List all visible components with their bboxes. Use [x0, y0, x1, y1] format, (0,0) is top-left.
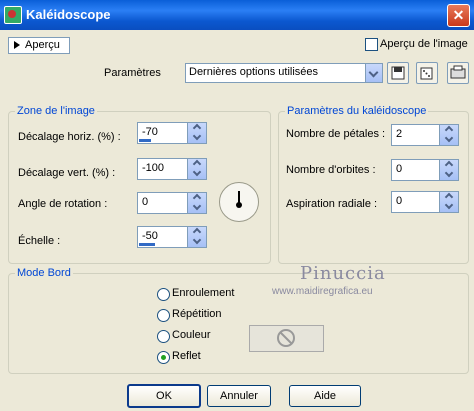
save-preset-button[interactable]	[387, 62, 409, 84]
preview-toggle-button[interactable]: Aperçu	[8, 37, 70, 54]
preset-select[interactable]: Dernières options utilisées	[185, 63, 383, 83]
h-offset-slider-fill[interactable]	[139, 139, 151, 142]
radio-reflet-label: Reflet	[172, 350, 201, 362]
scale-value: -50	[142, 230, 158, 242]
title-bar: Kaléidoscope ✕	[0, 0, 474, 30]
dice-icon	[420, 67, 433, 80]
kaleidoscope-legend: Paramètres du kaléidoscope	[285, 105, 429, 117]
close-button[interactable]: ✕	[447, 4, 470, 27]
petals-label: Nombre de pétales :	[286, 128, 386, 140]
orbits-spinner[interactable]: 0	[391, 159, 459, 181]
h-offset-value: -70	[142, 126, 158, 138]
radio-couleur[interactable]	[157, 330, 170, 343]
radio-repetition[interactable]	[157, 309, 170, 322]
image-preview-label: Aperçu de l'image	[380, 38, 468, 50]
spin-arrows-icon[interactable]	[187, 193, 206, 213]
scale-slider-fill[interactable]	[139, 243, 155, 246]
help-button[interactable]: Aide	[289, 385, 361, 407]
params-label: Paramètres	[104, 67, 161, 79]
v-offset-spinner[interactable]: -100	[137, 158, 207, 180]
radio-couleur-label: Couleur	[172, 329, 211, 341]
rotation-label: Angle de rotation :	[18, 198, 108, 210]
preview-toggle-label: Aperçu	[25, 39, 60, 51]
orbits-value: 0	[396, 163, 403, 175]
randomize-button[interactable]	[416, 62, 438, 84]
scale-spinner[interactable]: -50	[137, 226, 207, 248]
chevron-down-icon[interactable]	[365, 64, 382, 82]
h-offset-spinner[interactable]: -70	[137, 122, 207, 144]
radio-enroulement-label: Enroulement	[172, 287, 235, 299]
rotation-spinner[interactable]: 0	[137, 192, 207, 214]
v-offset-label: Décalage vert. (%) :	[18, 167, 116, 179]
spin-arrows-icon[interactable]	[439, 125, 458, 145]
dial-center-dot	[236, 202, 242, 208]
spin-arrows-icon[interactable]	[439, 192, 458, 212]
ok-button[interactable]: OK	[127, 384, 201, 408]
spin-arrows-icon[interactable]	[187, 159, 206, 179]
triangle-right-icon	[14, 41, 20, 49]
edge-color-swatch[interactable]	[249, 325, 324, 352]
manage-presets-button[interactable]	[447, 62, 469, 84]
h-offset-label: Décalage horiz. (%) :	[18, 131, 121, 143]
radial-spinner[interactable]: 0	[391, 191, 459, 213]
spin-arrows-icon[interactable]	[187, 123, 206, 143]
radio-reflet[interactable]	[157, 351, 170, 364]
spin-arrows-icon[interactable]	[439, 160, 458, 180]
app-icon	[4, 6, 22, 24]
petals-spinner[interactable]: 2	[391, 124, 459, 146]
image-preview-checkbox[interactable]	[365, 38, 378, 51]
image-zone-legend: Zone de l'image	[15, 105, 97, 117]
petals-value: 2	[396, 128, 403, 140]
edge-mode-group: Mode Bord	[8, 267, 469, 374]
watermark-url: www.maidiregrafica.eu	[272, 286, 373, 297]
radial-value: 0	[396, 195, 403, 207]
rotation-value: 0	[142, 196, 149, 208]
scale-label: Échelle :	[18, 235, 61, 247]
no-entry-icon	[277, 329, 295, 347]
orbits-label: Nombre d'orbites :	[286, 164, 376, 176]
radio-repetition-label: Répétition	[172, 308, 222, 320]
cancel-button[interactable]: Annuler	[207, 385, 271, 407]
radial-label: Aspiration radiale :	[286, 198, 378, 210]
window-title: Kaléidoscope	[26, 7, 111, 22]
spin-arrows-icon[interactable]	[187, 227, 206, 247]
edge-mode-legend: Mode Bord	[15, 267, 73, 279]
rotation-dial[interactable]	[219, 182, 259, 222]
watermark-name: Pinuccia	[300, 263, 386, 284]
v-offset-value: -100	[142, 162, 165, 174]
radio-enroulement[interactable]	[157, 288, 170, 301]
preset-value: Dernières options utilisées	[189, 66, 319, 78]
floppy-icon	[391, 66, 405, 80]
preset-manager-icon	[450, 65, 466, 79]
